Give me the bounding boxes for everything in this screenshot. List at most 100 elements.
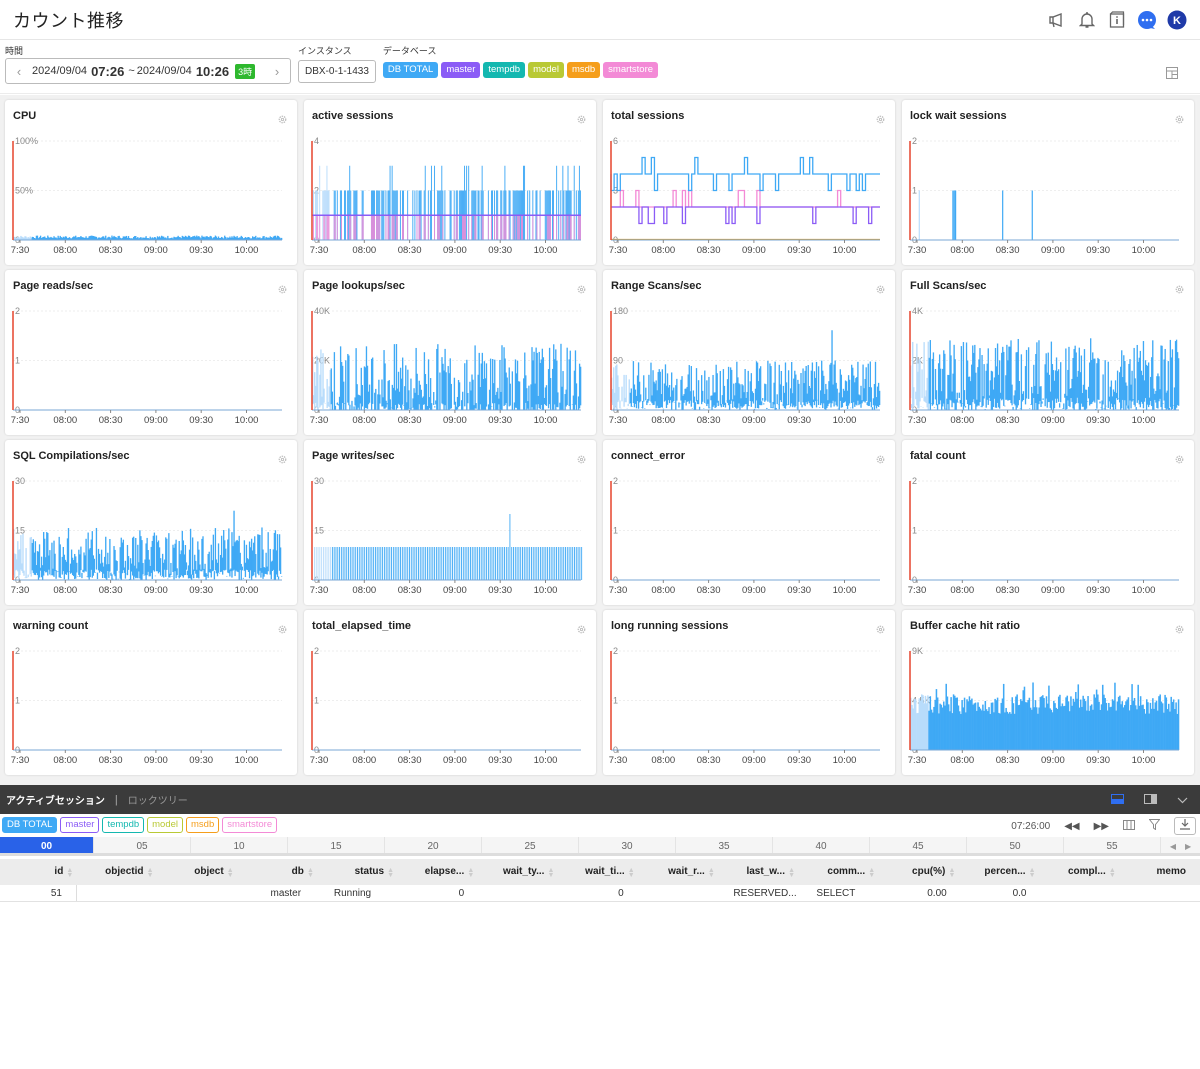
fast-forward-icon[interactable]: ▶▶ xyxy=(1094,821,1109,832)
tab-lock-tree[interactable]: ロックツリー xyxy=(128,792,188,807)
column-header-5[interactable]: elapse... ▲ ▼ xyxy=(398,859,478,885)
sort-icon[interactable]: ▲ ▼ xyxy=(628,867,635,879)
range-badge[interactable]: 3時 xyxy=(235,63,256,79)
sort-icon[interactable]: ▲ ▼ xyxy=(467,867,474,879)
sort-icon[interactable]: ▲ ▼ xyxy=(548,867,555,879)
session-db-chip-msdb[interactable]: msdb xyxy=(186,817,220,833)
data-bar xyxy=(371,547,373,580)
timeline-minute-45[interactable]: 45 xyxy=(870,837,967,853)
db-chip-smartstore[interactable]: smartstore xyxy=(603,62,659,78)
sort-icon[interactable]: ▲ ▼ xyxy=(708,867,715,879)
sort-icon[interactable]: ▲ ▼ xyxy=(307,867,314,879)
tab-active-sessions[interactable]: アクティブセッション xyxy=(6,792,105,807)
timeline-minute-35[interactable]: 35 xyxy=(676,837,773,853)
sort-icon[interactable]: ▲ ▼ xyxy=(66,867,73,879)
timeline-minute-55[interactable]: 55 xyxy=(1064,837,1161,853)
column-header-10[interactable]: comm... ▲ ▼ xyxy=(799,859,879,885)
gear-icon[interactable] xyxy=(1175,111,1184,129)
gear-icon[interactable] xyxy=(1175,621,1184,639)
column-header-6[interactable]: wait_ty... ▲ ▼ xyxy=(478,859,558,885)
data-bar xyxy=(661,369,664,408)
x-tick-label: 10:00 xyxy=(833,245,857,256)
chevron-left-icon[interactable]: ‹ xyxy=(12,64,26,79)
sort-icon[interactable]: ▲ ▼ xyxy=(1029,867,1036,879)
column-header-2[interactable]: object ▲ ▼ xyxy=(158,859,238,885)
timeline-minute-30[interactable]: 30 xyxy=(579,837,676,853)
chevron-down-icon[interactable] xyxy=(1177,791,1188,809)
sort-icon[interactable]: ▲ ▼ xyxy=(227,867,234,879)
table-row[interactable]: 51 master Running 0 0 RESERVED... SELECT 0.00 0.… xyxy=(0,885,1200,902)
gear-icon[interactable] xyxy=(876,281,885,299)
gear-icon[interactable] xyxy=(278,451,287,469)
column-header-7[interactable]: wait_ti... ▲ ▼ xyxy=(558,859,638,885)
column-header-9[interactable]: last_w... ▲ ▼ xyxy=(719,859,799,885)
timeline-minute-15[interactable]: 15 xyxy=(288,837,385,853)
timeline-prev-icon[interactable]: ◀ xyxy=(1170,842,1176,851)
column-header-11[interactable]: cpu(%) ▲ ▼ xyxy=(879,859,959,885)
sort-icon[interactable]: ▲ ▼ xyxy=(387,867,394,879)
sort-icon[interactable]: ▲ ▼ xyxy=(1109,867,1116,879)
data-bar xyxy=(878,390,881,406)
column-header-0[interactable]: id ▲ ▼ xyxy=(0,859,77,885)
session-db-chip-master[interactable]: master xyxy=(60,817,100,833)
chart-card-active: 4207:3008:0008:3009:0009:3010:00active s… xyxy=(304,100,596,265)
timeline-minute-40[interactable]: 40 xyxy=(773,837,870,853)
timeline-next-icon[interactable]: ▶ xyxy=(1185,842,1191,851)
gear-icon[interactable] xyxy=(278,281,287,299)
session-db-chip-model[interactable]: model xyxy=(147,817,184,833)
db-chip-model[interactable]: model xyxy=(528,62,564,78)
sort-icon[interactable]: ▲ ▼ xyxy=(147,867,154,879)
layout-icon[interactable] xyxy=(1166,66,1178,84)
user-avatar[interactable]: K xyxy=(1167,10,1187,30)
gear-icon[interactable] xyxy=(278,111,287,129)
cell-percen: 0.0 xyxy=(1012,888,1027,899)
sort-icon[interactable]: ▲ ▼ xyxy=(948,867,955,879)
gear-icon[interactable] xyxy=(876,451,885,469)
gear-icon[interactable] xyxy=(577,451,586,469)
column-header-8[interactable]: wait_r... ▲ ▼ xyxy=(639,859,719,885)
timeline-minute-00[interactable]: 00 xyxy=(0,837,94,853)
gear-icon[interactable] xyxy=(577,621,586,639)
timeline-minute-05[interactable]: 05 xyxy=(94,837,191,853)
column-header-1[interactable]: objectid ▲ ▼ xyxy=(77,859,157,885)
gear-icon[interactable] xyxy=(278,621,287,639)
sort-icon[interactable]: ▲ ▼ xyxy=(868,867,875,879)
gear-icon[interactable] xyxy=(876,111,885,129)
column-header-13[interactable]: compl... ▲ ▼ xyxy=(1040,859,1120,885)
instance-select[interactable]: DBX-0-1-1433 xyxy=(298,60,376,83)
info-book-icon[interactable] xyxy=(1107,10,1127,30)
timeline-minute-50[interactable]: 50 xyxy=(967,837,1064,853)
download-icon[interactable] xyxy=(1174,817,1196,835)
chat-icon[interactable] xyxy=(1137,10,1157,30)
gear-icon[interactable] xyxy=(577,111,586,129)
db-chip-master[interactable]: master xyxy=(441,62,481,78)
session-db-chip-db-total[interactable]: DB TOTAL xyxy=(2,817,58,833)
timeline-minute-25[interactable]: 25 xyxy=(482,837,579,853)
session-db-chip-tempdb[interactable]: tempdb xyxy=(102,817,145,833)
filter-icon[interactable] xyxy=(1148,819,1161,833)
column-header-4[interactable]: status ▲ ▼ xyxy=(318,859,398,885)
db-chip-tempdb[interactable]: tempdb xyxy=(483,62,526,78)
rewind-icon[interactable]: ◀◀ xyxy=(1064,821,1079,832)
column-header-12[interactable]: percen... ▲ ▼ xyxy=(959,859,1039,885)
gear-icon[interactable] xyxy=(577,281,586,299)
column-header-3[interactable]: db ▲ ▼ xyxy=(238,859,318,885)
chevron-right-icon[interactable]: › xyxy=(270,64,284,79)
columns-icon[interactable] xyxy=(1123,819,1135,833)
data-bar xyxy=(1102,374,1104,405)
dock-right-icon[interactable] xyxy=(1144,791,1157,809)
gear-icon[interactable] xyxy=(876,621,885,639)
gear-icon[interactable] xyxy=(1175,451,1184,469)
gear-icon[interactable] xyxy=(1175,281,1184,299)
sort-icon[interactable]: ▲ ▼ xyxy=(788,867,795,879)
dock-bottom-icon[interactable] xyxy=(1111,791,1124,809)
timeline-minute-10[interactable]: 10 xyxy=(191,837,288,853)
megaphone-icon[interactable] xyxy=(1047,10,1067,30)
db-chip-db-total[interactable]: DB TOTAL xyxy=(382,62,439,78)
column-header-14[interactable]: memo xyxy=(1120,859,1200,885)
time-range-picker[interactable]: ‹ 2024/09/04 07:26 ~ 2024/09/04 10:26 3時… xyxy=(5,58,291,84)
session-db-chip-smartstore[interactable]: smartstore xyxy=(222,817,278,833)
bell-icon[interactable] xyxy=(1077,10,1097,30)
timeline-minute-20[interactable]: 20 xyxy=(385,837,482,853)
db-chip-msdb[interactable]: msdb xyxy=(566,62,601,78)
